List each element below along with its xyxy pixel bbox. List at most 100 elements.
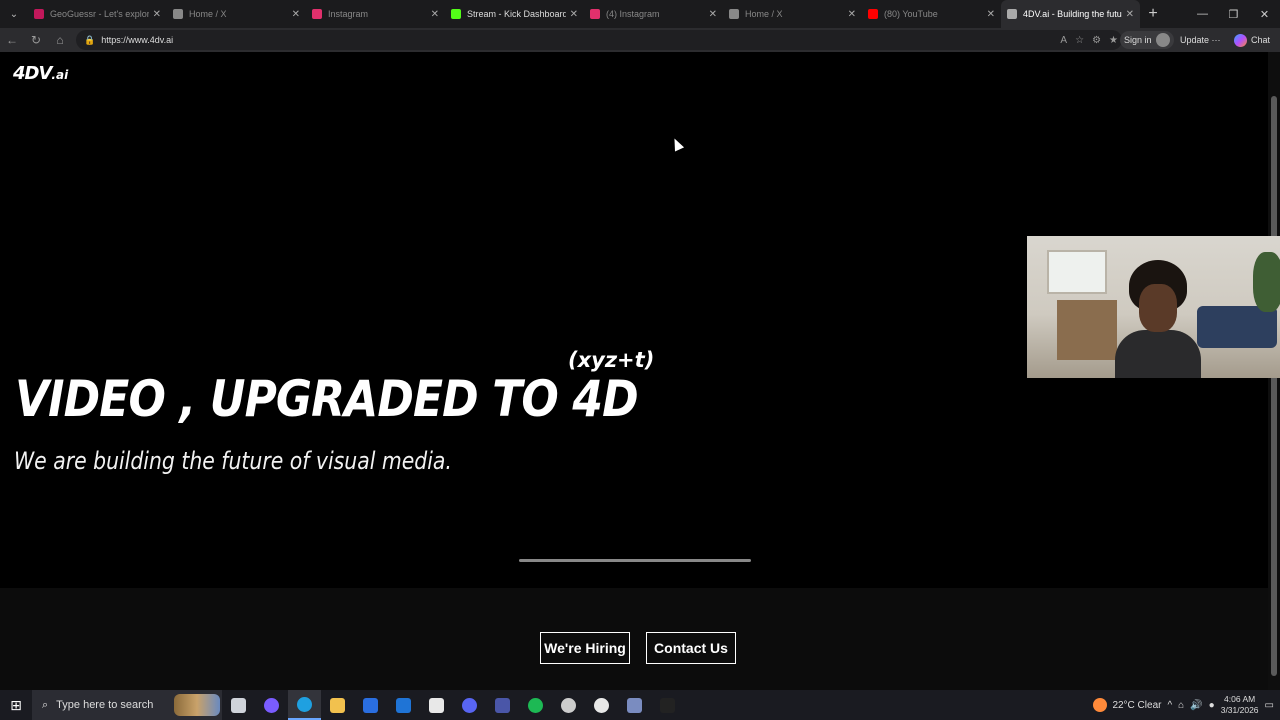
start-windows-icon[interactable]: ⊞ xyxy=(0,690,32,720)
favorites-icon[interactable]: ★ xyxy=(1109,35,1118,46)
tab-1[interactable]: Home / X ✕ xyxy=(167,0,306,28)
hero-subline: We are building the future of visual med… xyxy=(14,447,452,475)
logo-main: 4DV xyxy=(13,63,52,84)
copilot-icon xyxy=(1234,33,1247,47)
back-icon[interactable]: ← xyxy=(0,28,24,52)
chat-button[interactable]: Chat xyxy=(1234,31,1270,49)
new-tab-button[interactable]: + xyxy=(1140,0,1166,28)
tab-3[interactable]: Stream - Kick Dashboard ✕ xyxy=(445,0,584,28)
tab-0[interactable]: GeoGuessr - Let's explore th ✕ xyxy=(28,0,167,28)
discord-icon[interactable] xyxy=(453,690,486,720)
browser-toolbar: ← ↻ ⌂ 🔒 https://www.4dv.ai A ☆ ⚙ ★ Sign … xyxy=(0,28,1280,52)
read-aloud-icon[interactable]: A xyxy=(1060,35,1067,46)
copilot-glyph xyxy=(264,697,279,713)
tab-title: (80) YouTube xyxy=(884,9,938,19)
search-icon: ⌕ xyxy=(42,698,49,711)
tab-close-icon[interactable]: ✕ xyxy=(1126,9,1134,20)
edge-icon[interactable] xyxy=(288,690,321,720)
mail-icon[interactable] xyxy=(387,690,420,720)
hero-superscript: (xyz+t) xyxy=(568,348,655,372)
file-explorer-icon[interactable] xyxy=(321,690,354,720)
tab-5[interactable]: Home / X ✕ xyxy=(723,0,862,28)
webcam-person xyxy=(1115,260,1201,378)
chrome-glyph xyxy=(594,697,609,713)
tab-4[interactable]: (4) Instagram ✕ xyxy=(584,0,723,28)
photo-icon[interactable] xyxy=(618,690,651,720)
loading-bar xyxy=(519,559,751,562)
windows-taskbar: ⊞ ⌕ Type here to search 22°C Clear ^ ⌂ 🔊… xyxy=(0,690,1280,720)
lock-icon[interactable]: 🔒 xyxy=(84,35,95,46)
volume-icon[interactable]: 🔊 xyxy=(1190,700,1202,711)
tray-chevron-icon[interactable]: ^ xyxy=(1167,700,1172,711)
tab-close-icon[interactable]: ✕ xyxy=(848,9,856,20)
xbox-icon[interactable] xyxy=(552,690,585,720)
url-text: https://www.4dv.ai xyxy=(101,35,174,45)
webcam-person-face xyxy=(1139,284,1177,332)
weather-text: 22°C Clear xyxy=(1112,699,1162,711)
tab-6[interactable]: (80) YouTube ✕ xyxy=(862,0,1001,28)
tab-close-icon[interactable]: ✕ xyxy=(570,9,578,20)
sign-in-label: Sign in xyxy=(1124,35,1152,45)
tab-close-icon[interactable]: ✕ xyxy=(709,9,717,20)
webcam-sofa xyxy=(1197,306,1277,348)
site-logo[interactable]: 4DV.ai xyxy=(13,63,68,84)
hiring-button[interactable]: We're Hiring xyxy=(540,632,630,664)
tab-2[interactable]: Instagram ✕ xyxy=(306,0,445,28)
mic-icon[interactable]: ● xyxy=(1209,700,1215,711)
tab-close-icon[interactable]: ✕ xyxy=(987,9,995,20)
favorite-star-icon[interactable]: ☆ xyxy=(1075,35,1084,46)
minimize-icon[interactable]: — xyxy=(1187,0,1218,28)
tab-close-icon[interactable]: ✕ xyxy=(292,9,300,20)
search-placeholder: Type here to search xyxy=(56,699,154,711)
contact-button[interactable]: Contact Us xyxy=(646,632,736,664)
sign-in-button[interactable]: Sign in xyxy=(1120,31,1174,49)
taskbar-apps xyxy=(222,690,684,720)
tab-title: Home / X xyxy=(189,9,227,19)
chat-label: Chat xyxy=(1251,35,1271,45)
tab-close-icon[interactable]: ✕ xyxy=(431,9,439,20)
refresh-icon[interactable]: ↻ xyxy=(24,28,48,52)
weather-widget[interactable]: 22°C Clear xyxy=(1093,698,1161,712)
home-icon[interactable]: ⌂ xyxy=(48,28,72,52)
webcam-person-body xyxy=(1115,330,1201,378)
file-explorer-glyph xyxy=(330,697,345,713)
tab-title: Home / X xyxy=(745,9,783,19)
search-highlight-image xyxy=(174,694,220,716)
webcam-window-bg xyxy=(1047,250,1107,294)
avatar xyxy=(1155,33,1170,47)
network-icon[interactable]: ⌂ xyxy=(1178,700,1184,711)
mouse-cursor-icon xyxy=(669,136,685,152)
webcam-plant xyxy=(1253,252,1280,312)
copilot-icon[interactable] xyxy=(255,690,288,720)
tab-7[interactable]: 4DV.ai - Building the future ✕ xyxy=(1001,0,1140,28)
store-icon[interactable] xyxy=(354,690,387,720)
spotify-icon[interactable] xyxy=(519,690,552,720)
close-window-icon[interactable]: ✕ xyxy=(1249,0,1280,28)
taskbar-search[interactable]: ⌕ Type here to search xyxy=(32,690,222,720)
tab-favicon-icon xyxy=(590,9,600,19)
epic-icon[interactable] xyxy=(651,690,684,720)
tab-close-icon[interactable]: ✕ xyxy=(153,9,161,20)
task-view-glyph xyxy=(231,697,246,713)
tab-favicon-icon xyxy=(1007,9,1017,19)
mail-glyph xyxy=(396,697,411,713)
tab-actions-menu-icon[interactable]: ⌄ xyxy=(0,0,28,28)
address-bar[interactable]: 🔒 https://www.4dv.ai A ☆ ⚙ ★ xyxy=(76,30,1122,50)
task-view-icon[interactable] xyxy=(222,690,255,720)
tab-favicon-icon xyxy=(868,9,878,19)
notifications-icon[interactable]: ▭ xyxy=(1265,700,1274,711)
epic-glyph xyxy=(660,697,675,713)
update-button[interactable]: Update ··· xyxy=(1180,31,1221,49)
tab-title: (4) Instagram xyxy=(606,9,660,19)
app-arrow-icon[interactable] xyxy=(486,690,519,720)
tab-favicon-icon xyxy=(312,9,322,19)
scrollbar-thumb[interactable] xyxy=(1271,96,1277,676)
clock[interactable]: 4:06 AM 3/31/2026 xyxy=(1221,694,1259,716)
extensions-icon[interactable]: ⚙ xyxy=(1092,35,1101,46)
restore-icon[interactable]: ❐ xyxy=(1218,0,1249,28)
notepad-icon[interactable] xyxy=(420,690,453,720)
tab-title: GeoGuessr - Let's explore th xyxy=(50,9,149,19)
tab-favicon-icon xyxy=(173,9,183,19)
spotify-glyph xyxy=(528,697,543,713)
chrome-icon[interactable] xyxy=(585,690,618,720)
